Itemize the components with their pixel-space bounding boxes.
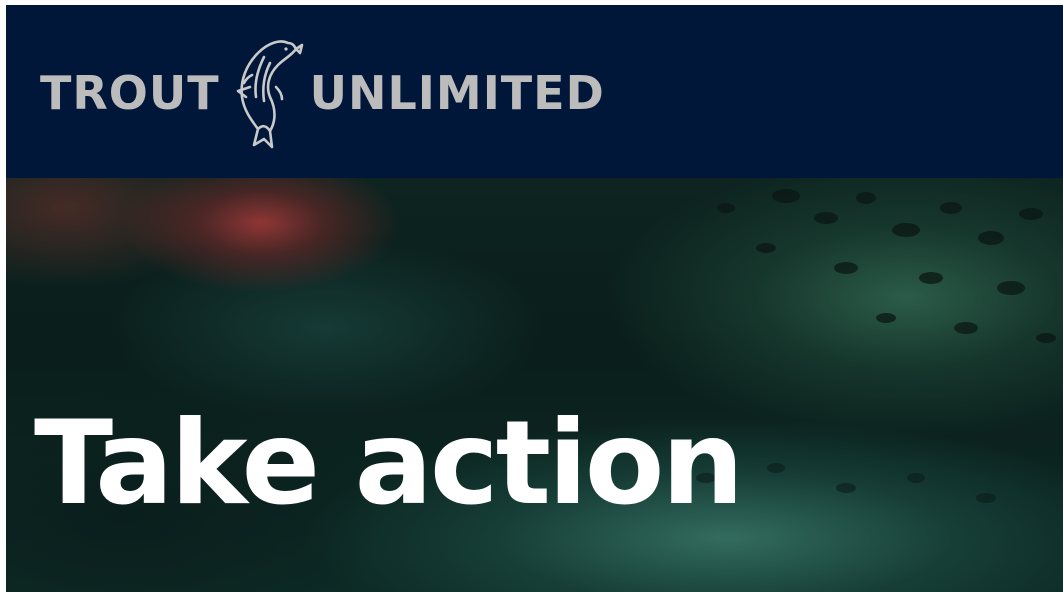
logo-word-trout: TROUT (40, 66, 220, 120)
trout-fish-icon (236, 40, 303, 149)
hero-banner: Take action (6, 178, 1063, 592)
logo-link[interactable]: TROUT UNLIMITED (40, 35, 605, 151)
logo-word-unlimited: UNLIMITED (309, 66, 605, 120)
page-title: Take action (34, 396, 744, 531)
page: TROUT UNLIMITED Take action (6, 5, 1063, 592)
site-header: TROUT UNLIMITED (6, 5, 1063, 178)
